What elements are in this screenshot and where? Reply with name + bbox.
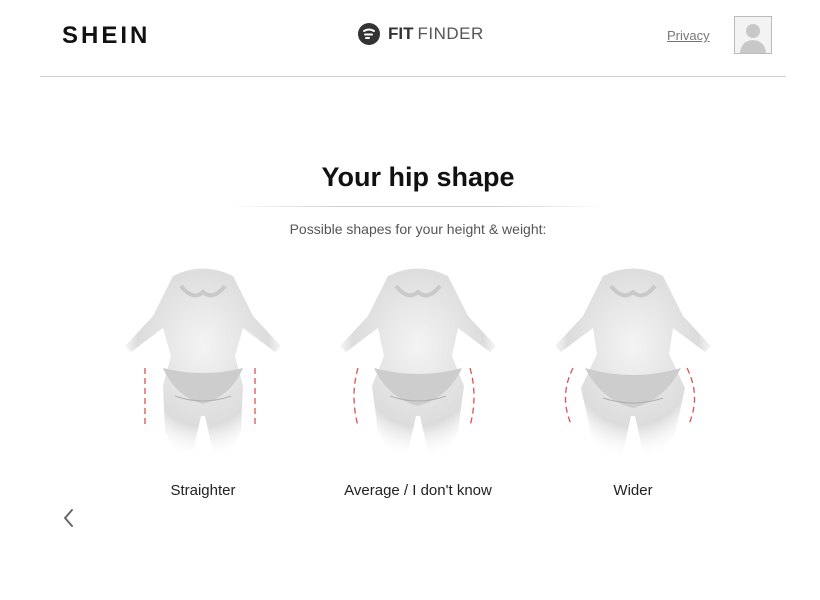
option-label-average: Average / I don't know <box>344 482 492 499</box>
back-button[interactable] <box>58 506 80 530</box>
privacy-link[interactable]: Privacy <box>667 28 710 43</box>
hip-option-straighter[interactable]: Straighter <box>103 256 303 506</box>
page-subtitle: Possible shapes for your height & weight… <box>289 221 547 237</box>
fit-finder-light-text: FINDER <box>417 24 484 43</box>
header: SHEIN FIT FINDER Privacy <box>40 0 786 77</box>
body-figure-average <box>340 268 496 461</box>
title-divider <box>228 206 608 207</box>
fit-finder-logo: FIT FINDER <box>358 23 484 45</box>
avatar[interactable] <box>734 16 772 54</box>
fit-finder-bold-text: FIT <box>388 24 414 43</box>
hip-option-wider[interactable]: Wider <box>533 256 733 506</box>
page-title: Your hip shape <box>321 162 515 192</box>
option-label-wider: Wider <box>613 482 653 499</box>
user-silhouette-icon <box>740 24 766 53</box>
hip-option-average[interactable]: Average / I don't know <box>318 256 518 506</box>
fit-finder-icon <box>358 23 380 45</box>
chevron-left-icon <box>64 509 73 527</box>
body-figure-straighter <box>125 268 281 461</box>
body-figure-wider <box>555 268 711 461</box>
shein-logo[interactable]: SHEIN <box>62 22 150 50</box>
option-label-straighter: Straighter <box>170 482 236 499</box>
